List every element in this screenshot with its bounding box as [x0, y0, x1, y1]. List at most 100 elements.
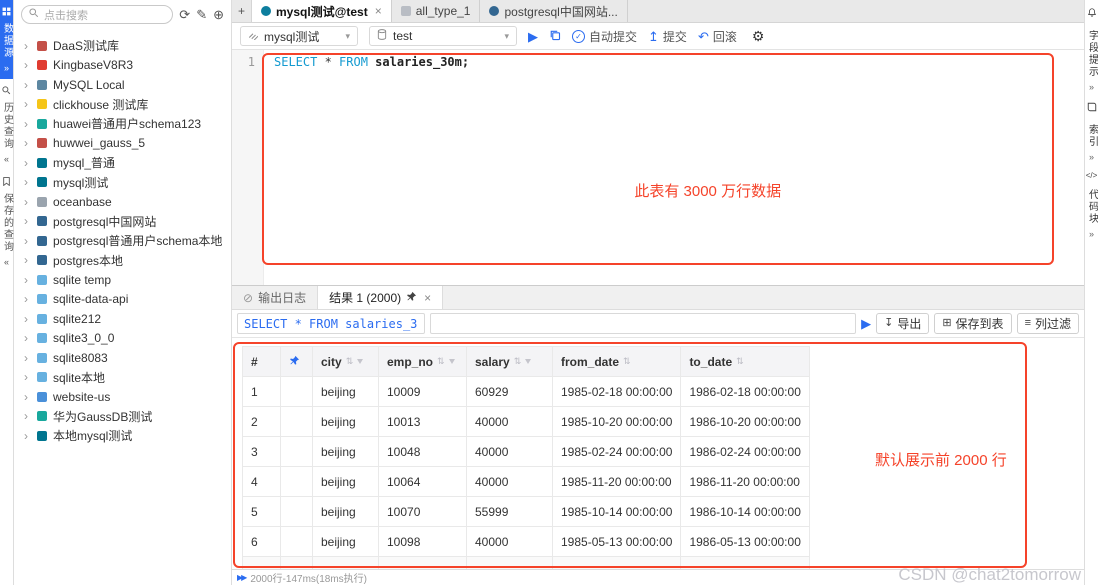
collapse-icon[interactable]: »	[1089, 152, 1094, 162]
connection-item[interactable]: › sqlite8083	[14, 348, 231, 368]
chevron-right-icon[interactable]: ›	[24, 214, 31, 228]
chevron-right-icon[interactable]: ›	[24, 234, 31, 248]
cell-from-date[interactable]: 1985-11-20 00:00:00	[553, 467, 681, 497]
auto-commit-toggle[interactable]: ✓ 自动提交	[572, 28, 637, 45]
pin-icon[interactable]	[406, 291, 417, 305]
cell-from-date[interactable]: 1985-10-14 00:00:00	[553, 497, 681, 527]
chevron-right-icon[interactable]: ›	[24, 39, 31, 53]
connection-item[interactable]: › sqlite temp	[14, 270, 231, 290]
cell-to-date[interactable]: 1986-10-20 00:00:00	[681, 407, 809, 437]
cell-city[interactable]: beijing	[313, 407, 379, 437]
header-pin[interactable]	[281, 347, 313, 377]
connection-item[interactable]: › postgresql普通用户schema本地	[14, 231, 231, 251]
cell-salary[interactable]: 40000	[467, 467, 553, 497]
cell-to-date[interactable]: 1986-11-20 00:00:00	[681, 467, 809, 497]
rail-item-code-block[interactable]: 代码块 »	[1087, 189, 1097, 239]
tab-result-1[interactable]: 结果 1 (2000) ×	[318, 286, 443, 309]
run-button[interactable]: ▶	[528, 30, 538, 43]
column-filter-button[interactable]: ≡ 列过滤	[1017, 313, 1079, 334]
cell-emp-no[interactable]: 10013	[379, 407, 467, 437]
tab-output-log[interactable]: ⊘ 输出日志	[232, 286, 318, 309]
cell-to-date[interactable]: 1986-02-24 00:00:00	[681, 437, 809, 467]
save-to-table-button[interactable]: ⊞ 保存到表	[934, 313, 1011, 334]
connection-item[interactable]: › mysql_普通	[14, 153, 231, 173]
chevron-right-icon[interactable]: ›	[24, 195, 31, 209]
database-select[interactable]: test ▾	[369, 26, 517, 46]
cell-salary[interactable]: 55999	[467, 497, 553, 527]
cell-salary[interactable]: 40000	[467, 407, 553, 437]
cell-emp-no[interactable]: 10070	[379, 497, 467, 527]
sort-icon[interactable]: ⇅	[437, 356, 445, 367]
copy-icon[interactable]	[549, 29, 561, 44]
settings-gear-icon[interactable]: ⚙	[752, 28, 765, 45]
sort-icon[interactable]: ⇅	[346, 356, 354, 367]
connection-item[interactable]: › 华为GaussDB测试	[14, 407, 231, 427]
cell-city[interactable]: beijing	[313, 377, 379, 407]
chevron-right-icon[interactable]: ›	[24, 253, 31, 267]
sort-icon[interactable]: ⇅	[623, 356, 631, 367]
table-row[interactable]: 2 beijing 10013 40000 1985-10-20 00:00:0…	[243, 407, 810, 437]
connection-item[interactable]: › sqlite3_0_0	[14, 329, 231, 349]
cell-emp-no[interactable]: 10064	[379, 467, 467, 497]
sort-icon[interactable]: ⇅	[736, 356, 744, 367]
header-row-number[interactable]: #	[243, 347, 281, 377]
condition-input[interactable]	[430, 313, 856, 334]
close-icon[interactable]: ×	[375, 4, 382, 18]
chevron-right-icon[interactable]: ›	[24, 312, 31, 326]
connection-item[interactable]: › postgresql中国网站	[14, 212, 231, 232]
connection-item[interactable]: › postgres本地	[14, 251, 231, 271]
chevron-right-icon[interactable]: ›	[24, 78, 31, 92]
connection-item[interactable]: › sqlite本地	[14, 368, 231, 388]
cell-to-date[interactable]: 1986-02-18 00:00:00	[681, 377, 809, 407]
table-row[interactable]: 3 beijing 10048 40000 1985-02-24 00:00:0…	[243, 437, 810, 467]
chevron-right-icon[interactable]: ›	[24, 351, 31, 365]
cell-salary[interactable]: 40000	[467, 437, 553, 467]
chevron-right-icon[interactable]: ›	[24, 58, 31, 72]
rollback-button[interactable]: ↶ 回滚	[698, 28, 737, 45]
filter-funnel-icon[interactable]	[357, 359, 363, 364]
filter-funnel-icon[interactable]	[525, 359, 531, 364]
cell-city[interactable]: beijing	[313, 527, 379, 557]
search-input[interactable]: 点击搜索	[21, 5, 173, 24]
close-icon[interactable]: ×	[424, 291, 431, 305]
cell-emp-no[interactable]: 10009	[379, 377, 467, 407]
cell-emp-no[interactable]: 10098	[379, 527, 467, 557]
cell-pin[interactable]	[281, 497, 313, 527]
export-button[interactable]: ↧ 导出	[876, 313, 929, 334]
header-emp-no[interactable]: emp_no⇅	[379, 347, 467, 377]
cell-pin[interactable]	[281, 377, 313, 407]
cell-salary[interactable]: 60929	[467, 377, 553, 407]
tab-mysql-test[interactable]: mysql测试@test ×	[252, 0, 392, 22]
sql-code[interactable]: SELECT * FROM salaries_30m;	[264, 50, 469, 285]
collapse-icon[interactable]: »	[4, 63, 9, 73]
connection-item[interactable]: › mysql测试	[14, 173, 231, 193]
connection-item[interactable]: › oceanbase	[14, 192, 231, 212]
cell-from-date[interactable]: 1985-02-18 00:00:00	[553, 377, 681, 407]
header-salary[interactable]: salary⇅	[467, 347, 553, 377]
sql-editor[interactable]: 1 SELECT * FROM salaries_30m; 此表有 3000 万…	[232, 50, 1084, 285]
sort-icon[interactable]: ⇅	[514, 356, 522, 367]
chevron-right-icon[interactable]: ›	[24, 156, 31, 170]
cell-from-date[interactable]: 1985-05-13 00:00:00	[553, 527, 681, 557]
rail-item-field-hint[interactable]: 字段提示 »	[1087, 30, 1097, 92]
cell-salary[interactable]: 40000	[467, 527, 553, 557]
chevron-right-icon[interactable]: ›	[24, 175, 31, 189]
chevron-right-icon[interactable]: ›	[24, 97, 31, 111]
cell-emp-no[interactable]: 10048	[379, 437, 467, 467]
add-connection-icon[interactable]: ⊕	[213, 8, 224, 21]
chevron-right-icon[interactable]: ›	[24, 273, 31, 287]
rail-item-datasource[interactable]: 数据源 »	[0, 0, 13, 79]
refresh-icon[interactable]: ⟳	[179, 8, 190, 21]
connection-item[interactable]: › KingbaseV8R3	[14, 56, 231, 76]
cell-pin[interactable]	[281, 407, 313, 437]
connection-select[interactable]: mysql测试 ▾	[240, 26, 358, 46]
cell-pin[interactable]	[281, 437, 313, 467]
connection-item[interactable]: › huawei普通用户schema123	[14, 114, 231, 134]
edit-icon[interactable]: ✎	[196, 8, 207, 21]
cell-pin[interactable]	[281, 527, 313, 557]
chevron-right-icon[interactable]: ›	[24, 370, 31, 384]
connection-item[interactable]: › sqlite212	[14, 309, 231, 329]
cell-to-date[interactable]: 1986-05-13 00:00:00	[681, 527, 809, 557]
chevron-right-icon[interactable]: ›	[24, 117, 31, 131]
sql-filter-input[interactable]	[237, 313, 425, 334]
